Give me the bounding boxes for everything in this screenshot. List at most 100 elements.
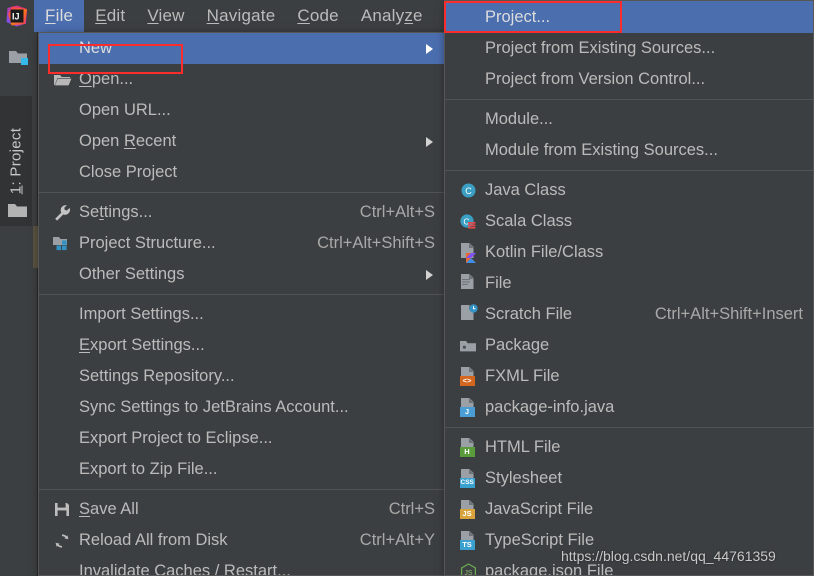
save-icon bbox=[47, 499, 77, 521]
wrench-icon bbox=[47, 202, 77, 224]
submenu-item-html-file[interactable]: H HTML File bbox=[445, 432, 813, 463]
menu-item-sync-settings[interactable]: Sync Settings to JetBrains Account... bbox=[39, 392, 445, 423]
submenu-item-scratch-file-shortcut: Ctrl+Alt+Shift+Insert bbox=[654, 305, 803, 323]
menubar-item-navigate[interactable]: Navigate bbox=[196, 0, 287, 32]
submenu-item-html-file-label: HTML File bbox=[485, 438, 561, 456]
menu-item-settings-repository[interactable]: Settings Repository... bbox=[39, 361, 445, 392]
menu-item-export-zip[interactable]: Export to Zip File... bbox=[39, 454, 445, 485]
submenu-item-kotlin-file[interactable]: Kotlin File/Class bbox=[445, 237, 813, 268]
submenu-item-stylesheet-label: Stylesheet bbox=[485, 469, 563, 487]
js-file-icon: JS bbox=[453, 499, 483, 521]
no-icon bbox=[47, 459, 77, 481]
menu-item-save-all-label: Save All bbox=[79, 500, 139, 518]
menu-item-settings-label: Settings... bbox=[79, 203, 153, 221]
menu-item-open-label: Open... bbox=[79, 70, 134, 88]
package-icon bbox=[453, 335, 483, 357]
submenu-item-package-info-java[interactable]: J package-info.java bbox=[445, 392, 813, 423]
submenu-item-file-label: File bbox=[485, 274, 512, 292]
menu-item-export-eclipse[interactable]: Export Project to Eclipse... bbox=[39, 423, 445, 454]
menu-item-reload-all[interactable]: Reload All from Disk Ctrl+Alt+Y bbox=[39, 525, 445, 556]
submenu-item-package[interactable]: Package bbox=[445, 330, 813, 361]
submenu-item-project-existing-sources[interactable]: Project from Existing Sources... bbox=[445, 33, 813, 64]
submenu-item-module-existing-sources-label: Module from Existing Sources... bbox=[485, 141, 718, 159]
menu-item-new[interactable]: New bbox=[39, 33, 445, 64]
menu-item-open-recent[interactable]: Open Recent bbox=[39, 126, 445, 157]
menu-item-export-settings-label: Export Settings... bbox=[79, 336, 205, 354]
submenu-arrow-icon bbox=[426, 269, 433, 280]
menu-item-settings[interactable]: Settings... Ctrl+Alt+S bbox=[39, 197, 445, 228]
submenu-item-java-class[interactable]: C Java Class bbox=[445, 175, 813, 206]
menubar-item-code[interactable]: Code bbox=[286, 0, 349, 32]
no-icon bbox=[47, 397, 77, 419]
no-icon bbox=[47, 38, 77, 60]
package-json-icon: JS bbox=[453, 561, 483, 576]
project-folder-icon[interactable] bbox=[6, 44, 32, 70]
submenu-item-module[interactable]: Module... bbox=[445, 104, 813, 135]
menu-separator bbox=[39, 489, 445, 490]
submenu-arrow-icon bbox=[426, 136, 433, 147]
menu-item-open-url[interactable]: Open URL... bbox=[39, 95, 445, 126]
submenu-item-javascript-file[interactable]: JS JavaScript File bbox=[445, 494, 813, 525]
submenu-item-project-version-control[interactable]: Project from Version Control... bbox=[445, 64, 813, 95]
menubar-item-view[interactable]: View bbox=[136, 0, 195, 32]
menu-item-export-eclipse-label: Export Project to Eclipse... bbox=[79, 429, 273, 447]
menu-item-close-project-label: Close Project bbox=[79, 163, 178, 181]
menubar-label-file: File bbox=[45, 6, 74, 25]
no-icon bbox=[47, 561, 77, 576]
menubar-item-file[interactable]: File bbox=[34, 0, 85, 32]
submenu-item-project[interactable]: Project... bbox=[445, 1, 813, 33]
menubar-label-code: Code bbox=[297, 6, 339, 25]
submenu-item-stylesheet[interactable]: CSS Stylesheet bbox=[445, 463, 813, 494]
menu-item-other-settings[interactable]: Other Settings bbox=[39, 259, 445, 290]
menu-item-project-structure-label: Project Structure... bbox=[79, 234, 216, 252]
menubar-label-view: View bbox=[147, 6, 185, 25]
scala-class-icon: C bbox=[453, 211, 483, 233]
file-menu-popup: New Open... Open URL... Open Recent Clos… bbox=[38, 32, 446, 576]
menu-separator bbox=[39, 192, 445, 193]
menu-item-open[interactable]: Open... bbox=[39, 64, 445, 95]
project-tab-label: 1: Project bbox=[7, 127, 25, 195]
no-icon bbox=[47, 162, 77, 184]
svg-text:JS: JS bbox=[464, 570, 473, 576]
folder-icon[interactable] bbox=[6, 200, 30, 222]
menubar-item-edit[interactable]: Edit bbox=[84, 0, 136, 32]
submenu-item-package-label: Package bbox=[485, 336, 550, 354]
submenu-item-fxml-file-label: FXML File bbox=[485, 367, 560, 385]
submenu-item-project-existing-sources-label: Project from Existing Sources... bbox=[485, 39, 716, 57]
intellij-idea-logo-icon: IJ bbox=[0, 0, 34, 32]
java-class-icon: C bbox=[453, 180, 483, 202]
submenu-arrow-icon bbox=[426, 43, 433, 54]
svg-text:C: C bbox=[465, 186, 472, 196]
menu-item-export-settings[interactable]: Export Settings... bbox=[39, 330, 445, 361]
submenu-item-file[interactable]: File bbox=[445, 268, 813, 299]
submenu-item-module-label: Module... bbox=[485, 110, 553, 128]
menubar-item-analyze[interactable]: Analyze bbox=[350, 0, 434, 32]
ts-file-icon: TS bbox=[453, 530, 483, 552]
no-icon bbox=[453, 69, 483, 91]
menu-item-open-recent-label: Open Recent bbox=[79, 132, 177, 150]
submenu-item-javascript-file-label: JavaScript File bbox=[485, 500, 594, 518]
menu-item-new-label: New bbox=[79, 39, 113, 57]
submenu-item-fxml-file[interactable]: <> FXML File bbox=[445, 361, 813, 392]
no-icon bbox=[47, 264, 77, 286]
file-icon bbox=[453, 273, 483, 295]
submenu-item-module-existing-sources[interactable]: Module from Existing Sources... bbox=[445, 135, 813, 166]
menu-item-save-all[interactable]: Save All Ctrl+S bbox=[39, 494, 445, 525]
kotlin-file-icon bbox=[453, 242, 483, 264]
menu-item-import-settings[interactable]: Import Settings... bbox=[39, 299, 445, 330]
menu-item-reload-all-shortcut: Ctrl+Alt+Y bbox=[359, 531, 435, 549]
no-icon bbox=[47, 428, 77, 450]
menu-item-project-structure-shortcut: Ctrl+Alt+Shift+S bbox=[317, 234, 435, 252]
submenu-item-package-json-file-label: package.json File bbox=[485, 562, 614, 576]
submenu-item-scratch-file[interactable]: Scratch File Ctrl+Alt+Shift+Insert bbox=[445, 299, 813, 330]
no-icon bbox=[47, 366, 77, 388]
menu-item-project-structure[interactable]: Project Structure... Ctrl+Alt+Shift+S bbox=[39, 228, 445, 259]
no-icon bbox=[47, 304, 77, 326]
watermark-text: https://blog.csdn.net/qq_44761359 bbox=[561, 548, 776, 564]
menu-item-close-project[interactable]: Close Project bbox=[39, 157, 445, 188]
menu-item-invalidate-caches[interactable]: Invalidate Caches / Restart... bbox=[39, 556, 445, 576]
menu-item-settings-repository-label: Settings Repository... bbox=[79, 367, 235, 385]
submenu-item-scala-class[interactable]: C Scala Class bbox=[445, 206, 813, 237]
menu-item-settings-shortcut: Ctrl+Alt+S bbox=[359, 203, 435, 221]
new-submenu-popup: Project... Project from Existing Sources… bbox=[444, 0, 814, 576]
